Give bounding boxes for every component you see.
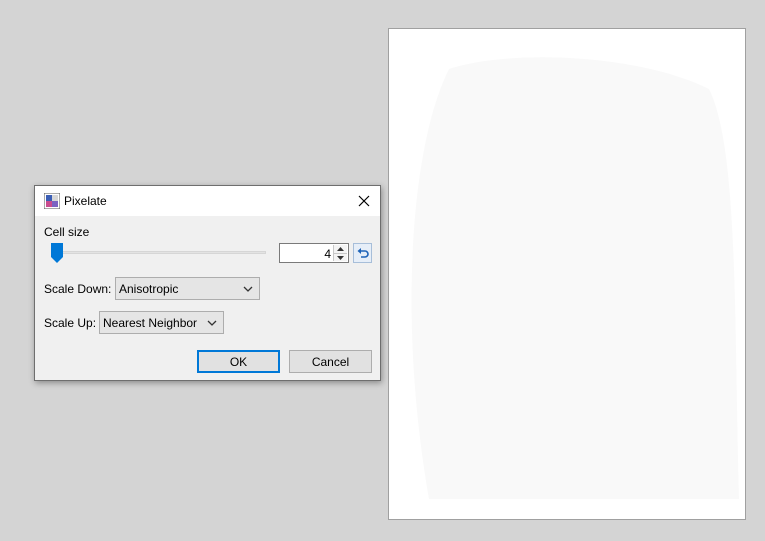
spin-down-button[interactable] (334, 253, 347, 261)
dialog-title: Pixelate (64, 194, 107, 208)
cell-size-slider-track[interactable] (54, 251, 266, 254)
dialog-titlebar[interactable]: Pixelate (35, 186, 380, 216)
cell-size-slider-thumb[interactable] (51, 243, 63, 263)
close-icon (358, 195, 370, 207)
flame-image (389, 29, 745, 519)
cell-size-value: 4 (324, 247, 331, 261)
scale-up-value: Nearest Neighbor (103, 316, 198, 330)
ok-button[interactable]: OK (197, 350, 280, 373)
chevron-down-icon (207, 320, 217, 326)
scale-up-select[interactable]: Nearest Neighbor (99, 311, 224, 334)
cell-size-spin-buttons (333, 245, 347, 261)
close-button[interactable] (348, 186, 380, 216)
caret-up-icon (337, 247, 344, 251)
scale-down-select[interactable]: Anisotropic (115, 277, 260, 300)
scale-down-label: Scale Down: (44, 282, 112, 296)
scale-down-value: Anisotropic (119, 282, 179, 296)
caret-down-icon (337, 255, 344, 260)
cell-size-spinbox[interactable]: 4 (279, 243, 349, 263)
image-canvas[interactable] (388, 28, 746, 520)
scale-up-label: Scale Up: (44, 316, 97, 330)
pixelate-icon (44, 193, 60, 209)
reset-icon (357, 248, 369, 258)
reset-button[interactable] (353, 243, 372, 263)
chevron-down-icon (243, 286, 253, 292)
spin-up-button[interactable] (334, 245, 347, 253)
cancel-button[interactable]: Cancel (289, 350, 372, 373)
cell-size-label: Cell size (44, 225, 90, 239)
